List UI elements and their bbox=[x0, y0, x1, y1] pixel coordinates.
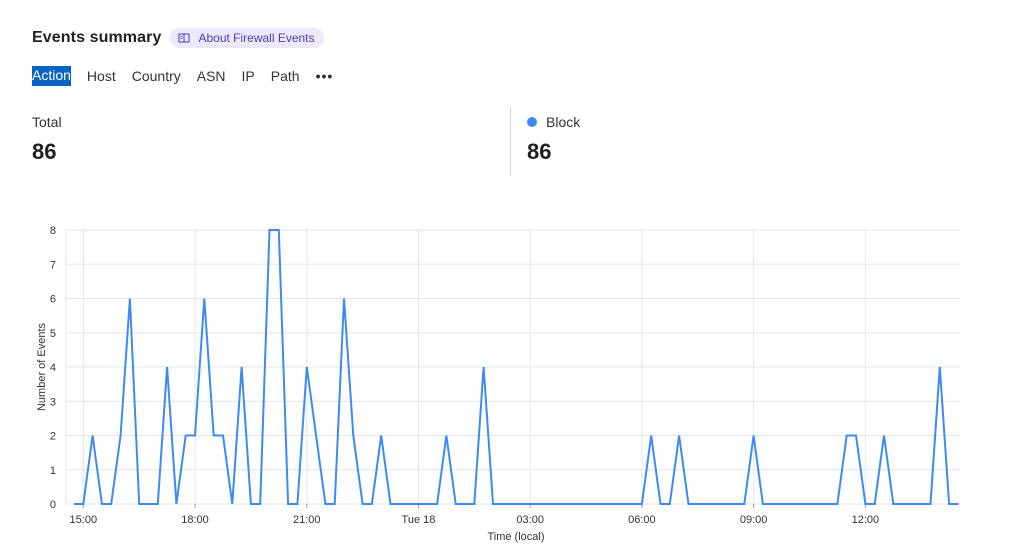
block-label: Block bbox=[546, 114, 581, 130]
total-value: 86 bbox=[32, 139, 57, 164]
y-tick-label: 5 bbox=[50, 328, 56, 340]
tab-country[interactable]: Country bbox=[132, 67, 181, 85]
y-tick-label: 0 bbox=[50, 499, 56, 511]
x-tick-label: 15:00 bbox=[70, 514, 98, 526]
y-tick-label: 6 bbox=[50, 294, 56, 306]
y-tick-label: 1 bbox=[50, 465, 56, 477]
about-label: About Firewall Events bbox=[198, 31, 315, 45]
block-value: 86 bbox=[527, 139, 552, 164]
stat-divider bbox=[510, 107, 511, 176]
book-icon bbox=[178, 33, 190, 43]
x-tick-label: 06:00 bbox=[628, 514, 656, 526]
x-tick-label: 18:00 bbox=[181, 514, 209, 526]
tab-asn[interactable]: ASN bbox=[197, 67, 226, 85]
x-tick-label: 21:00 bbox=[293, 514, 321, 526]
block-stat: Block 86 bbox=[527, 114, 580, 165]
tab-bar: Action Host Country ASN IP Path ••• bbox=[32, 66, 333, 86]
y-tick-label: 7 bbox=[50, 259, 56, 271]
tab-path[interactable]: Path bbox=[271, 67, 300, 85]
y-tick-label: 3 bbox=[50, 396, 56, 408]
x-axis-label: Time (local) bbox=[487, 531, 544, 543]
page-title: Events summary bbox=[32, 29, 162, 46]
y-axis-label: Number of Events bbox=[36, 322, 48, 411]
block-legend-dot bbox=[527, 117, 537, 127]
x-tick-label: 12:00 bbox=[852, 514, 880, 526]
y-tick-label: 8 bbox=[50, 225, 56, 237]
total-stat: Total 86 bbox=[32, 114, 62, 165]
x-tick-label: Tue 18 bbox=[402, 514, 436, 526]
tab-action[interactable]: Action bbox=[32, 66, 71, 86]
x-tick-label: 03:00 bbox=[516, 514, 544, 526]
summary-header: Events summary About Firewall Events bbox=[32, 28, 324, 48]
about-firewall-events-link[interactable]: About Firewall Events bbox=[170, 28, 324, 48]
tab-ip[interactable]: IP bbox=[242, 67, 255, 85]
total-label: Total bbox=[32, 114, 62, 130]
x-tick-label: 09:00 bbox=[740, 514, 768, 526]
more-tabs-icon[interactable]: ••• bbox=[316, 68, 334, 84]
events-line-chart: 0 1 2 3 4 5 6 7 8 15:00 18:00 21:00 Tue 18 03:00 06:00… bbox=[36, 225, 960, 543]
y-tick-label: 4 bbox=[50, 362, 56, 374]
tab-host[interactable]: Host bbox=[87, 67, 116, 85]
y-tick-label: 2 bbox=[50, 431, 56, 443]
